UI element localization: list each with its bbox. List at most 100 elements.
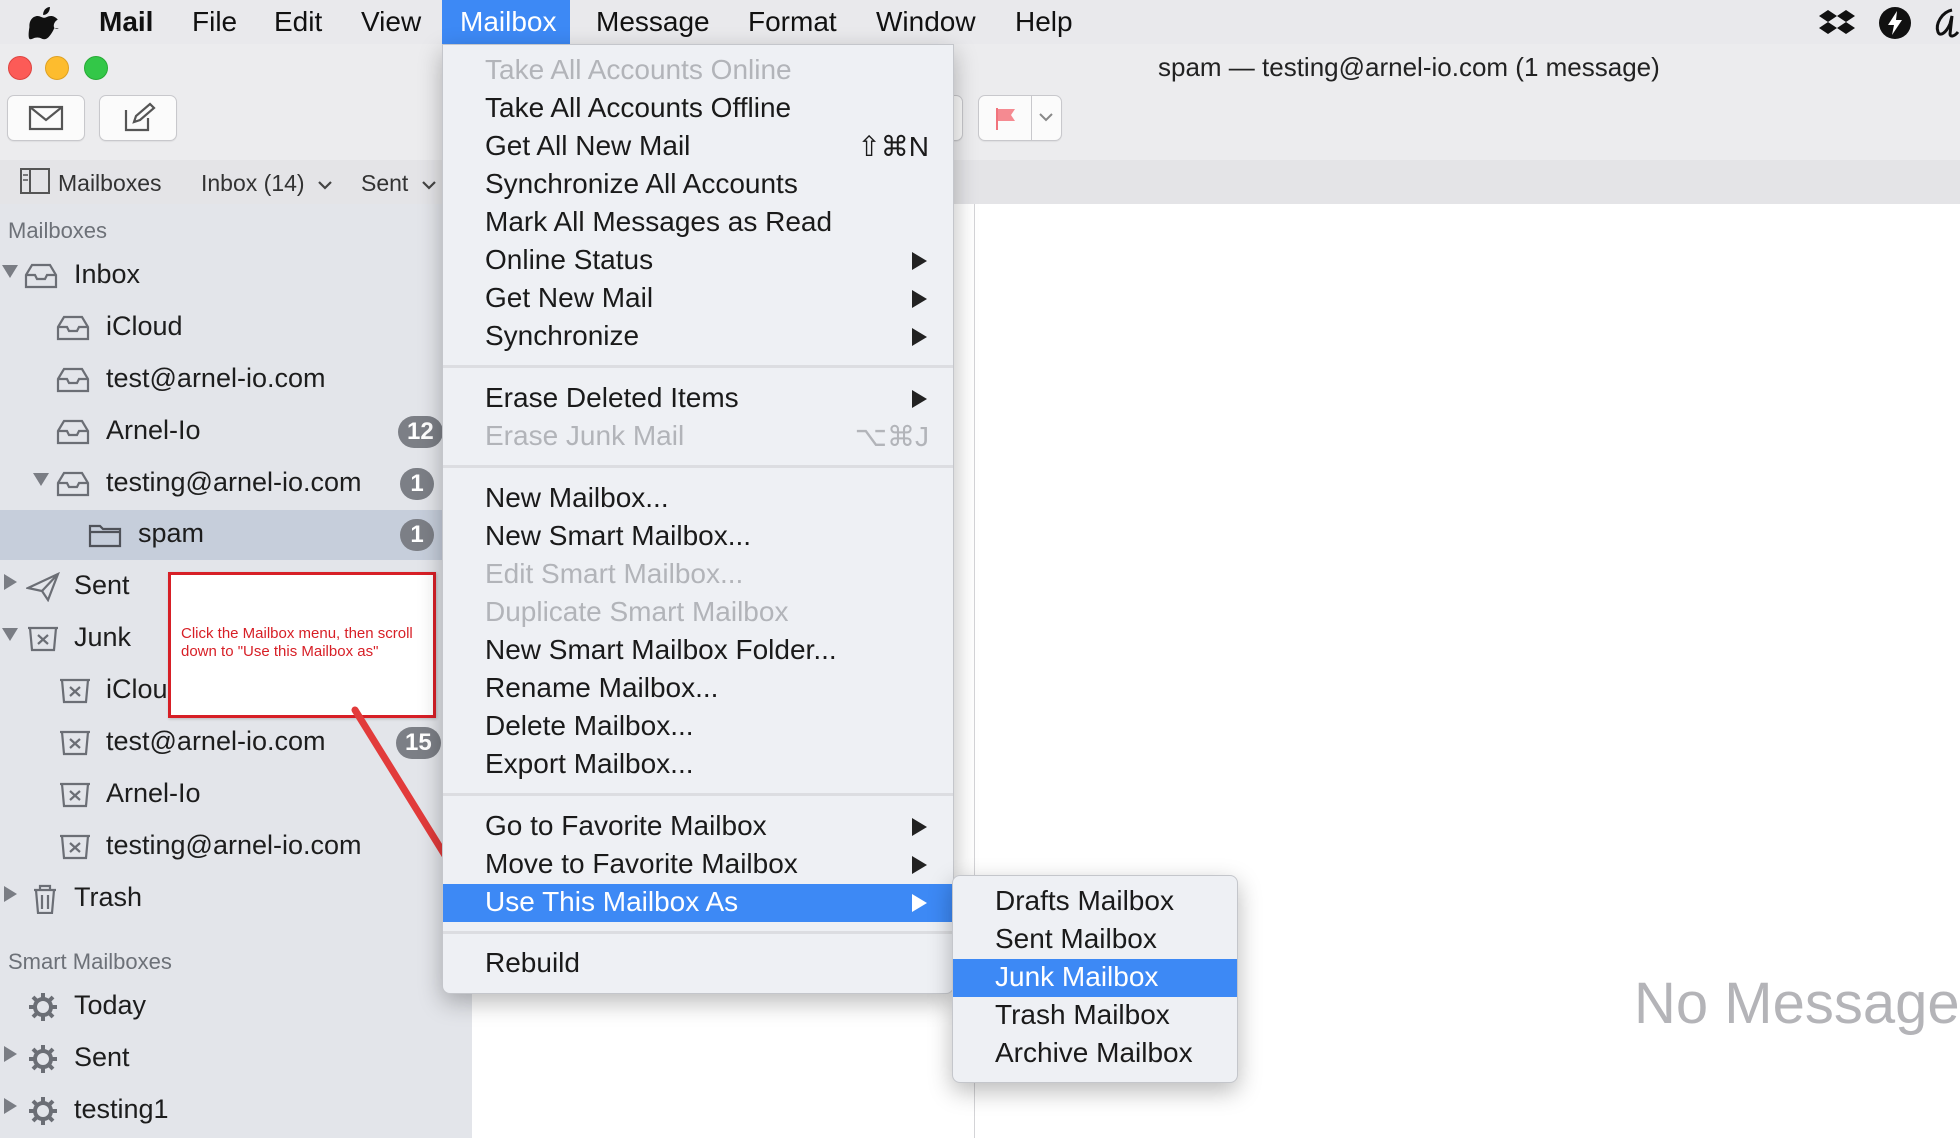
get-mail-button[interactable] (7, 95, 85, 141)
menu-bar: Mail File Edit View Mailbox Message Form… (0, 0, 1960, 45)
menu-item-duplicate-smart-mailbox: Duplicate Smart Mailbox (443, 594, 953, 632)
menu-item-mark-all-read[interactable]: Mark All Messages as Read (443, 204, 953, 242)
menu-message[interactable]: Message (579, 0, 727, 44)
flag-button[interactable] (978, 95, 1062, 141)
gear-icon (29, 1045, 57, 1073)
junk-tray-icon (60, 834, 90, 860)
menu-file[interactable]: File (175, 0, 254, 44)
submenu-arrow-icon (912, 390, 927, 408)
inbox-icon (56, 419, 90, 445)
sidebar-item-smart-testing1[interactable]: testing1 (0, 1086, 472, 1136)
sidebar-item-label: Junk (74, 622, 132, 652)
menu-item-take-all-offline[interactable]: Take All Accounts Offline (443, 90, 953, 128)
submenu-item-archive-mailbox[interactable]: Archive Mailbox (953, 1035, 1237, 1073)
submenu-item-sent-mailbox[interactable]: Sent Mailbox (953, 921, 1237, 959)
menu-window[interactable]: Window (859, 0, 993, 44)
disclosure-triangle[interactable] (4, 1046, 17, 1062)
menu-item-label: Edit Smart Mailbox... (485, 558, 744, 589)
no-message-placeholder: No Message (1634, 971, 1960, 1036)
sidebar-item-icloud[interactable]: iCloud (0, 303, 472, 353)
favorites-sent[interactable]: Sent (361, 163, 437, 203)
favorites-mailboxes[interactable]: Mailboxes (58, 163, 162, 203)
sidebar-item-label: test@arnel-io.com (106, 726, 326, 756)
submenu-arrow-icon (912, 328, 927, 346)
favorites-inbox[interactable]: Inbox (14) (201, 163, 333, 203)
menu-item-shortcut: ⇧⌘N (857, 131, 929, 162)
disclosure-triangle[interactable] (33, 473, 49, 486)
menu-separator (443, 793, 953, 796)
disclosure-triangle[interactable] (4, 1098, 17, 1114)
menu-item-go-to-favorite[interactable]: Go to Favorite Mailbox (443, 808, 953, 846)
gear-icon (29, 993, 57, 1021)
menu-mail[interactable]: Mail (82, 0, 170, 44)
menu-item-erase-deleted[interactable]: Erase Deleted Items (443, 380, 953, 418)
menu-format[interactable]: Format (731, 0, 854, 44)
use-mailbox-as-submenu: Drafts Mailbox Sent Mailbox Junk Mailbox… (952, 875, 1238, 1083)
sidebar-item-inbox[interactable]: Inbox (0, 251, 472, 301)
menu-item-synchronize-all[interactable]: Synchronize All Accounts (443, 166, 953, 204)
menu-item-label: Mark All Messages as Read (485, 206, 833, 237)
junk-tray-icon (28, 626, 58, 652)
sidebar-item-label: Inbox (74, 259, 141, 289)
compose-button[interactable] (99, 95, 177, 141)
inbox-icon (56, 367, 90, 393)
zoom-window-button[interactable] (84, 56, 108, 80)
menu-item-rename-mailbox[interactable]: Rename Mailbox... (443, 670, 953, 708)
minimize-window-button[interactable] (45, 56, 69, 80)
menu-mailbox[interactable]: Mailbox (442, 0, 570, 44)
sidebar-item-testing-inbox[interactable]: testing@arnel-io.com 1 (0, 459, 472, 509)
menu-item-synchronize[interactable]: Synchronize (443, 318, 953, 356)
menu-item-label: New Mailbox... (485, 482, 669, 513)
sidebar-toggle-icon[interactable] (20, 168, 50, 194)
menu-item-get-new-mail[interactable]: Get New Mail (443, 280, 953, 318)
paper-plane-icon (26, 572, 60, 602)
submenu-item-drafts-mailbox[interactable]: Drafts Mailbox (953, 883, 1237, 921)
menu-item-label: Erase Junk Mail (485, 420, 685, 451)
sidebar-item-label: spam (138, 518, 205, 548)
junk-tray-icon (60, 782, 90, 808)
annotation-callout: Click the Mailbox menu, then scroll down… (168, 572, 436, 718)
menu-item-label: Trash Mailbox (995, 999, 1170, 1030)
sidebar-item-label: test@arnel-io.com (106, 363, 326, 393)
menu-item-get-all-new-mail[interactable]: Get All New Mail ⇧⌘N (443, 128, 953, 166)
sidebar-item-smart-today[interactable]: Today (0, 982, 472, 1032)
sidebar-item-arnel-io-inbox[interactable]: Arnel-Io 12 (0, 407, 472, 457)
script-a-icon[interactable] (1932, 6, 1960, 40)
menu-item-new-smart-mailbox-folder[interactable]: New Smart Mailbox Folder... (443, 632, 953, 670)
submenu-arrow-icon (912, 818, 927, 836)
menu-item-delete-mailbox[interactable]: Delete Mailbox... (443, 708, 953, 746)
inbox-icon (24, 263, 58, 289)
menu-view[interactable]: View (344, 0, 438, 44)
apple-icon[interactable] (28, 6, 60, 40)
menu-item-new-smart-mailbox[interactable]: New Smart Mailbox... (443, 518, 953, 556)
menu-item-label: Rebuild (485, 947, 580, 978)
menu-item-erase-junk: Erase Junk Mail ⌥⌘J (443, 418, 953, 456)
sidebar-item-smart-sent[interactable]: Sent (0, 1034, 472, 1084)
close-window-button[interactable] (8, 56, 32, 80)
menu-item-online-status[interactable]: Online Status (443, 242, 953, 280)
menu-item-label: Sent Mailbox (995, 923, 1157, 954)
sidebar-item-spam[interactable]: spam 1 (0, 510, 472, 560)
dropbox-icon[interactable] (1819, 8, 1855, 38)
get-mail-icon (28, 105, 64, 131)
menu-item-use-this-mailbox-as[interactable]: Use This Mailbox As (443, 884, 953, 922)
menu-item-move-to-favorite[interactable]: Move to Favorite Mailbox (443, 846, 953, 884)
disclosure-triangle[interactable] (2, 628, 18, 641)
menu-help[interactable]: Help (998, 0, 1090, 44)
disclosure-triangle[interactable] (4, 574, 17, 590)
sidebar-section-smart-mailboxes: Smart Mailboxes (8, 949, 172, 974)
submenu-item-trash-mailbox[interactable]: Trash Mailbox (953, 997, 1237, 1035)
menu-separator (443, 931, 953, 934)
sidebar-item-label: Sent (74, 570, 130, 600)
bolt-icon[interactable] (1878, 6, 1912, 40)
menu-edit[interactable]: Edit (257, 0, 339, 44)
menu-item-rebuild[interactable]: Rebuild (443, 945, 953, 983)
menu-item-new-mailbox[interactable]: New Mailbox... (443, 480, 953, 518)
sidebar-item-test-inbox[interactable]: test@arnel-io.com (0, 355, 472, 405)
menu-item-export-mailbox[interactable]: Export Mailbox... (443, 746, 953, 784)
disclosure-triangle[interactable] (2, 265, 18, 278)
flag-divider (1031, 96, 1032, 140)
menu-item-label: Online Status (485, 244, 654, 275)
submenu-item-junk-mailbox[interactable]: Junk Mailbox (953, 959, 1237, 997)
disclosure-triangle[interactable] (4, 886, 17, 902)
